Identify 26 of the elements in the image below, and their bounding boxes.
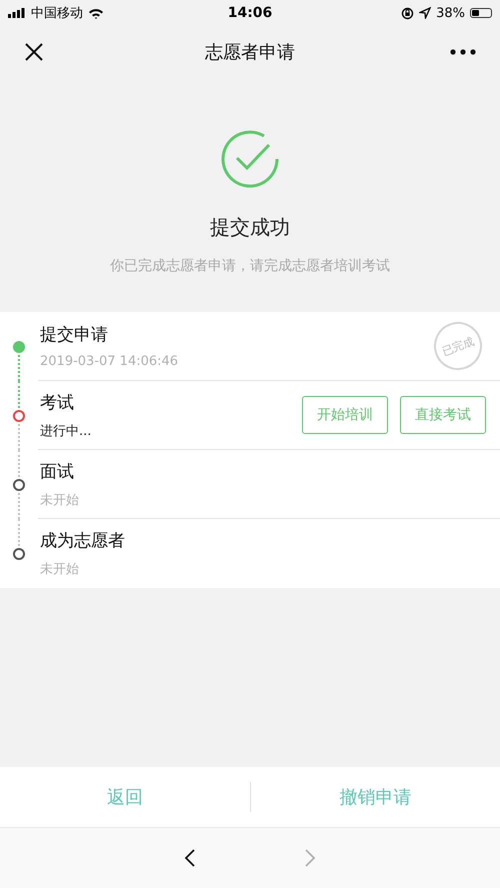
step-status: 2019-03-07 14:06:46 — [40, 354, 180, 369]
result-title: 提交成功 — [210, 214, 290, 241]
outline-button[interactable]: 直接考试 — [400, 396, 486, 434]
step-status: 未开始 — [40, 561, 80, 578]
action-button[interactable]: 撤销申请 — [250, 777, 500, 817]
action-button[interactable]: 返回 — [0, 777, 250, 817]
page-title: 志愿者申请 — [205, 41, 295, 64]
location-arrow-icon — [419, 7, 432, 19]
close-icon[interactable] — [24, 42, 44, 62]
rotation-lock-icon — [401, 6, 414, 20]
more-icon[interactable] — [450, 49, 476, 55]
step-title: 成为志愿者 — [40, 530, 126, 552]
result-message: 你已完成志愿者申请，请完成志愿者培训考试 — [110, 257, 390, 275]
step-title: 面试 — [40, 460, 75, 482]
wifi-icon — [88, 8, 104, 18]
step-status: 进行中... — [40, 422, 92, 440]
step-title: 考试 — [40, 392, 75, 414]
outline-button[interactable]: 开始培训 — [302, 396, 388, 434]
signal-icon — [8, 8, 26, 18]
step-status: 未开始 — [40, 492, 80, 508]
step-title: 提交申请 — [40, 324, 109, 346]
battery-icon — [470, 8, 492, 18]
clock-time: 14:06 — [228, 5, 272, 21]
battery-percent: 38% — [436, 6, 465, 20]
success-check-icon — [219, 128, 281, 190]
carrier-name: 中国移动 — [31, 5, 83, 22]
